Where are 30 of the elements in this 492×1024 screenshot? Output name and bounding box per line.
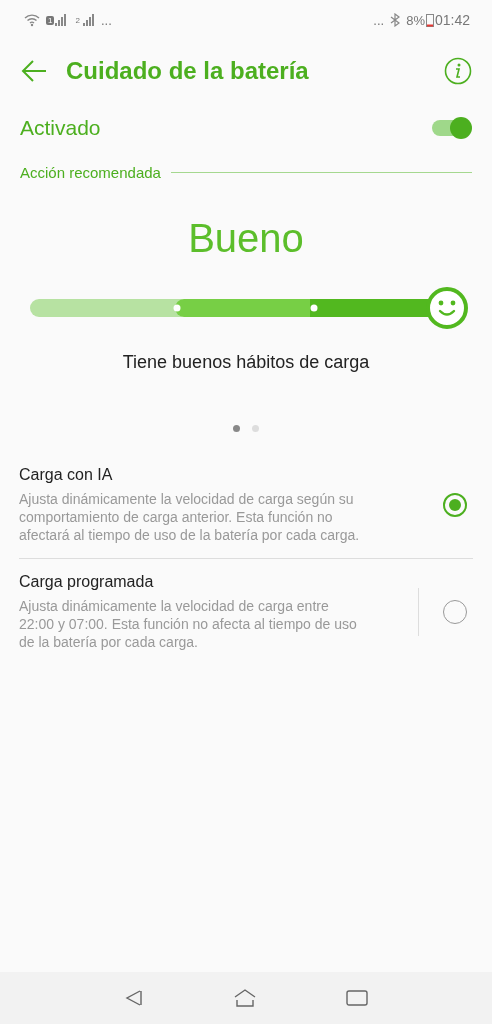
option-description: Ajusta dinámicamente la velocidad de carga según su comportamiento de carga anterior. Esta función no afectará al tiempo de uso de la batería por cada carga.	[19, 490, 361, 544]
home-button[interactable]	[233, 988, 257, 1008]
switch-label: Activado	[20, 116, 101, 140]
bluetooth-icon	[390, 13, 401, 27]
wifi-icon	[24, 13, 40, 27]
page-dot[interactable]	[252, 425, 259, 432]
sim-label: 1	[46, 15, 55, 25]
signal-icon	[55, 14, 68, 26]
clock: 01:42	[434, 12, 470, 28]
signal-icon	[82, 14, 95, 26]
option-title: Carga programada	[19, 573, 155, 591]
more-indicator: ...	[100, 12, 112, 28]
page-dot[interactable]	[233, 425, 240, 432]
back-nav-button[interactable]	[124, 988, 145, 1008]
option-title: Carga con IA	[19, 466, 114, 484]
back-button[interactable]	[20, 59, 48, 83]
option-description: Ajusta dinámicamente la velocidad de carga entre 22:00 y 07:00. Esta función no afecta al tiempo de uso de la batería por cada carga.	[19, 597, 358, 651]
rating-text: Bueno	[187, 216, 305, 262]
toggle-switch[interactable]	[432, 117, 472, 139]
radio-button[interactable]	[443, 493, 467, 517]
battery-icon	[425, 13, 434, 27]
battery-percent: 8%	[406, 12, 425, 28]
page-title: Cuidado de la batería	[66, 57, 310, 85]
info-button[interactable]	[444, 57, 472, 85]
smiley-icon[interactable]	[426, 287, 468, 329]
section-title: Acción recomendada	[20, 163, 161, 181]
status-message: Tiene buenos hábitos de carga	[122, 352, 370, 373]
recents-button[interactable]	[345, 989, 368, 1007]
sim-label: 2	[74, 15, 81, 25]
more-indicator: ...	[373, 12, 385, 28]
